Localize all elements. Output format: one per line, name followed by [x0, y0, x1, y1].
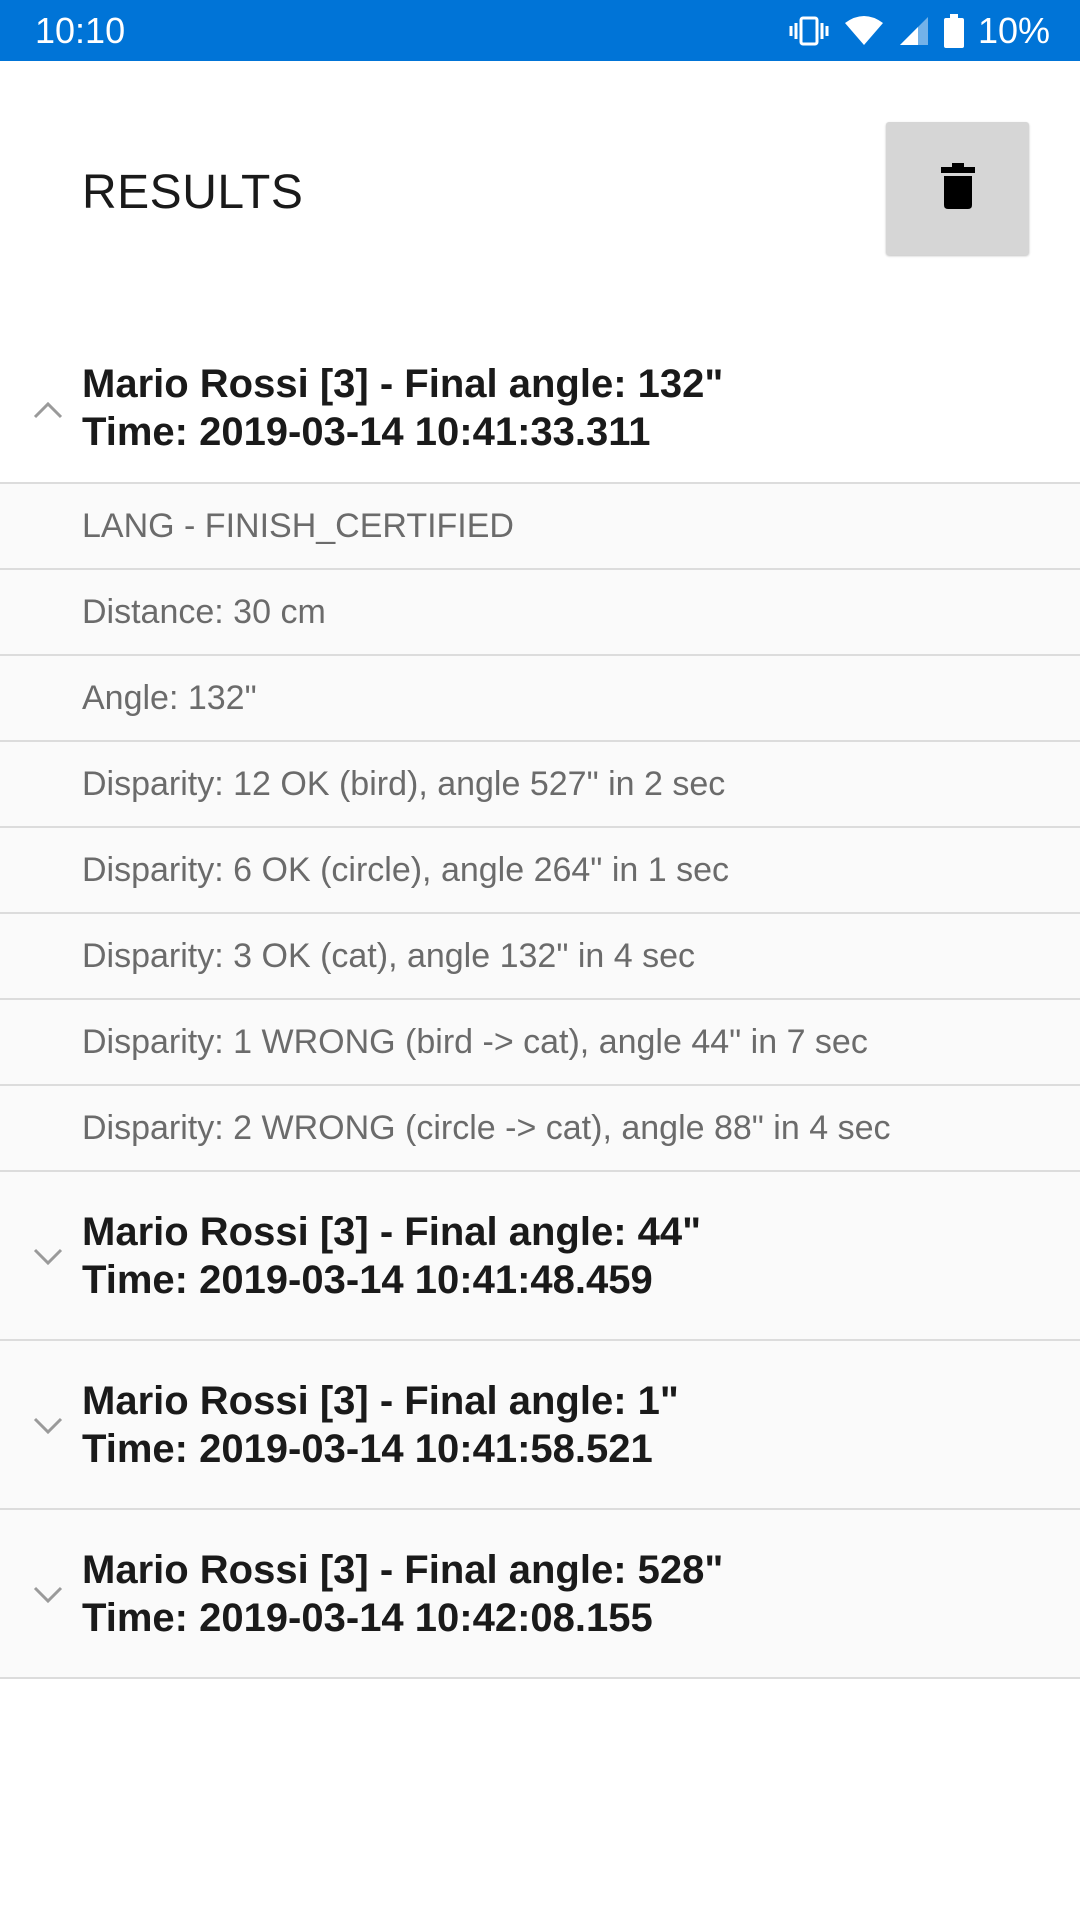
page-title: RESULTS	[82, 166, 304, 219]
detail-text: LANG - FINISH_CERTIFIED	[82, 506, 514, 545]
status-icons: 10%	[788, 0, 1050, 61]
detail-text: Disparity: 1 WRONG (bird -> cat), angle …	[82, 1022, 868, 1061]
detail-text: Disparity: 12 OK (bird), angle 527" in 2…	[82, 764, 726, 803]
result-detail-row: Disparity: 12 OK (bird), angle 527" in 2…	[0, 742, 1080, 828]
result-group-header[interactable]: Mario Rossi [3] - Final angle: 528" Time…	[0, 1510, 1080, 1679]
result-time: Time: 2019-03-14 10:41:33.311	[82, 410, 651, 454]
status-time: 10:10	[35, 10, 126, 51]
detail-text: Disparity: 3 OK (cat), angle 132" in 4 s…	[82, 936, 696, 975]
result-time: Time: 2019-03-14 10:41:58.521	[82, 1426, 653, 1471]
wifi-icon	[844, 15, 884, 47]
result-group-title: Mario Rossi [3] - Final angle: 528" Time…	[82, 1510, 723, 1677]
result-detail-row: Disparity: 2 WRONG (circle -> cat), angl…	[0, 1086, 1080, 1172]
result-name-angle: Mario Rossi [3] - Final angle: 1"	[82, 1378, 679, 1423]
result-name-angle: Mario Rossi [3] - Final angle: 528"	[82, 1547, 724, 1592]
result-group-title: Mario Rossi [3] - Final angle: 44" Time:…	[82, 1172, 701, 1339]
result-group-title: Mario Rossi [3] - Final angle: 132" Time…	[82, 340, 723, 476]
chevron-down-icon	[32, 1240, 64, 1272]
trash-icon	[940, 163, 975, 214]
result-detail-row: Disparity: 3 OK (cat), angle 132" in 4 s…	[0, 914, 1080, 1000]
result-detail-row: Disparity: 1 WRONG (bird -> cat), angle …	[0, 1000, 1080, 1086]
result-name-angle: Mario Rossi [3] - Final angle: 44"	[82, 1209, 702, 1254]
result-name-angle: Mario Rossi [3] - Final angle: 132"	[82, 362, 724, 406]
result-time: Time: 2019-03-14 10:42:08.155	[82, 1595, 653, 1640]
result-time: Time: 2019-03-14 10:41:48.459	[82, 1257, 653, 1302]
battery-icon	[943, 13, 964, 48]
chevron-down-icon	[32, 1578, 64, 1610]
result-group-title: Mario Rossi [3] - Final angle: 1" Time: …	[82, 1341, 679, 1508]
detail-text: Disparity: 6 OK (circle), angle 264" in …	[82, 850, 729, 889]
result-detail-row: Disparity: 6 OK (circle), angle 264" in …	[0, 828, 1080, 914]
result-detail-row: LANG - FINISH_CERTIFIED	[0, 484, 1080, 570]
detail-text: Angle: 132"	[82, 678, 257, 717]
chevron-up-icon	[32, 395, 64, 427]
result-detail-row: Distance: 30 cm	[0, 570, 1080, 656]
result-group-header[interactable]: Mario Rossi [3] - Final angle: 1" Time: …	[0, 1341, 1080, 1510]
status-bar: 10:10 10%	[0, 0, 1080, 61]
chevron-down-icon	[32, 1409, 64, 1441]
detail-text: Distance: 30 cm	[82, 592, 326, 631]
result-detail-row: Angle: 132"	[0, 656, 1080, 742]
battery-percent: 10%	[977, 9, 1050, 51]
detail-text: Disparity: 2 WRONG (circle -> cat), angl…	[82, 1108, 891, 1147]
result-group-header[interactable]: Mario Rossi [3] - Final angle: 44" Time:…	[0, 1172, 1080, 1341]
cell-signal-icon	[898, 15, 930, 47]
vibrate-icon	[788, 15, 830, 47]
result-group-header[interactable]: Mario Rossi [3] - Final angle: 132" Time…	[0, 340, 1080, 484]
delete-button[interactable]	[886, 122, 1029, 255]
results-list: Mario Rossi [3] - Final angle: 132" Time…	[0, 340, 1080, 1679]
